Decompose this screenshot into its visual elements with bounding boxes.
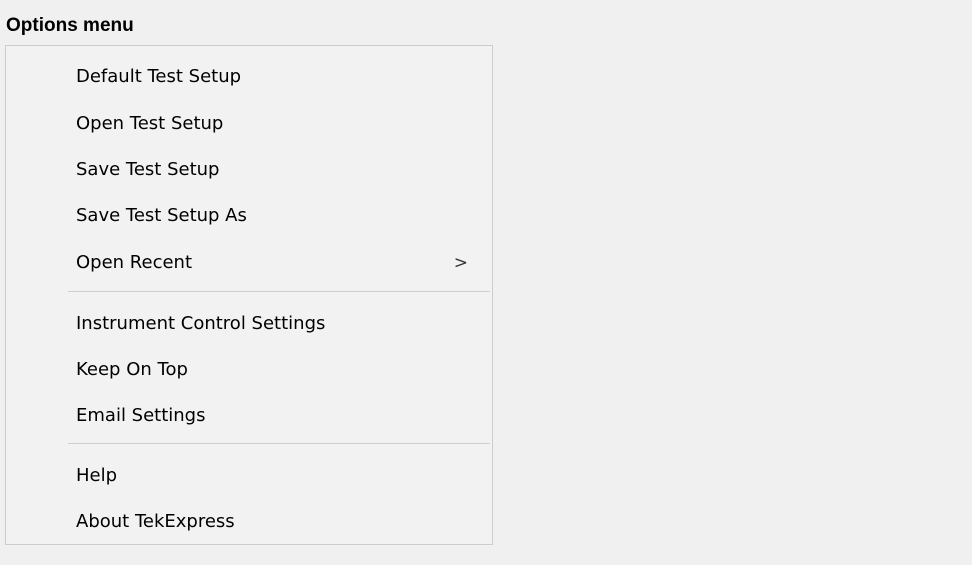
- menu-item-label: Instrument Control Settings: [76, 313, 326, 334]
- menu-item-default-test-setup[interactable]: Default Test Setup: [6, 54, 492, 100]
- menu-item-email-settings[interactable]: Email Settings: [6, 393, 492, 439]
- options-menu: Default Test Setup Open Test Setup Save …: [5, 45, 493, 545]
- menu-item-save-test-setup[interactable]: Save Test Setup: [6, 147, 492, 193]
- menu-item-label: Save Test Setup: [76, 159, 220, 180]
- menu-item-help[interactable]: Help: [6, 453, 492, 499]
- menu-item-keep-on-top[interactable]: Keep On Top: [6, 347, 492, 393]
- menu-item-label: Help: [76, 465, 118, 486]
- menu-item-label: Keep On Top: [76, 359, 188, 380]
- menu-item-open-recent[interactable]: Open Recent >: [6, 240, 492, 286]
- menu-item-save-test-setup-as[interactable]: Save Test Setup As: [6, 193, 492, 239]
- menu-item-label: Open Recent: [76, 252, 193, 273]
- menu-item-label: Email Settings: [76, 405, 206, 426]
- menu-separator: [68, 291, 490, 292]
- menu-item-open-test-setup[interactable]: Open Test Setup: [6, 101, 492, 147]
- figure-caption: Options menu: [6, 15, 134, 36]
- menu-item-about-tekexpress[interactable]: About TekExpress: [6, 499, 492, 545]
- menu-separator: [68, 443, 490, 444]
- menu-item-label: Open Test Setup: [76, 113, 224, 134]
- menu-item-label: Save Test Setup As: [76, 205, 247, 226]
- menu-item-label: About TekExpress: [76, 511, 235, 532]
- menu-item-instrument-control-settings[interactable]: Instrument Control Settings: [6, 301, 492, 347]
- menu-item-label: Default Test Setup: [76, 66, 242, 87]
- chevron-right-icon: >: [453, 253, 468, 273]
